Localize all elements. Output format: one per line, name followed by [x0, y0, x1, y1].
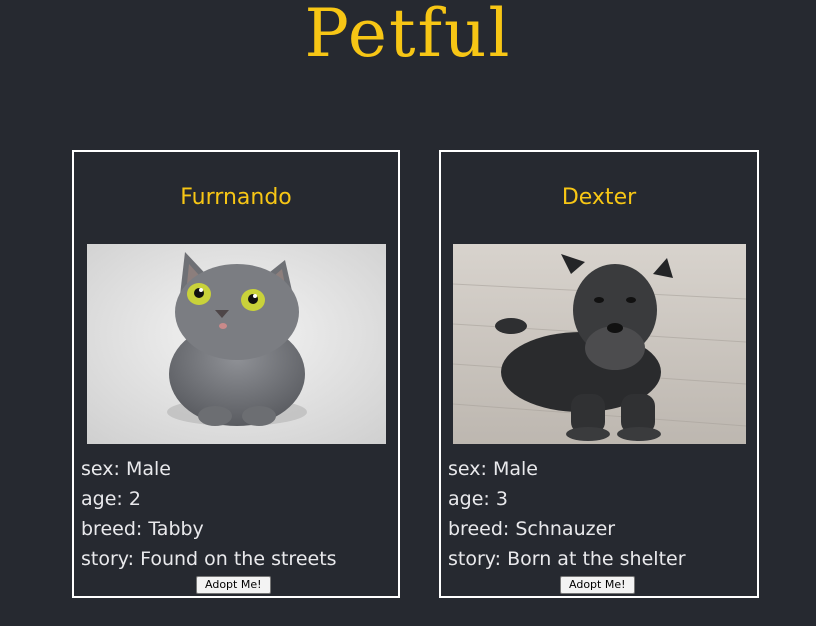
pet-photo-dog: [453, 244, 746, 444]
pet-story: story: Born at the shelter: [448, 548, 686, 570]
app-title: Petful: [304, 0, 512, 72]
pet-name: Furrnando: [180, 185, 292, 210]
pet-photo-cat: [87, 244, 386, 444]
adopt-button[interactable]: Adopt Me!: [560, 576, 635, 594]
pet-details: sex: Male age: 3 breed: Schnauzer story:…: [448, 454, 686, 574]
pet-card-dexter: Dexter sex: Male age: 3 breed: Schnauzer…: [439, 150, 759, 598]
pet-details: sex: Male age: 2 breed: Tabby story: Fou…: [81, 454, 337, 574]
pet-sex: sex: Male: [448, 458, 538, 480]
pet-age: age: 2: [81, 488, 141, 510]
pet-breed: breed: Schnauzer: [448, 518, 616, 540]
pet-name: Dexter: [561, 185, 637, 210]
pet-card-furrnando: Furrnando sex: Male age: 2 breed: Tabby …: [72, 150, 400, 598]
pet-breed: breed: Tabby: [81, 518, 204, 540]
pet-age: age: 3: [448, 488, 508, 510]
pet-sex: sex: Male: [81, 458, 171, 480]
pet-story: story: Found on the streets: [81, 548, 337, 570]
adopt-button[interactable]: Adopt Me!: [196, 576, 271, 594]
